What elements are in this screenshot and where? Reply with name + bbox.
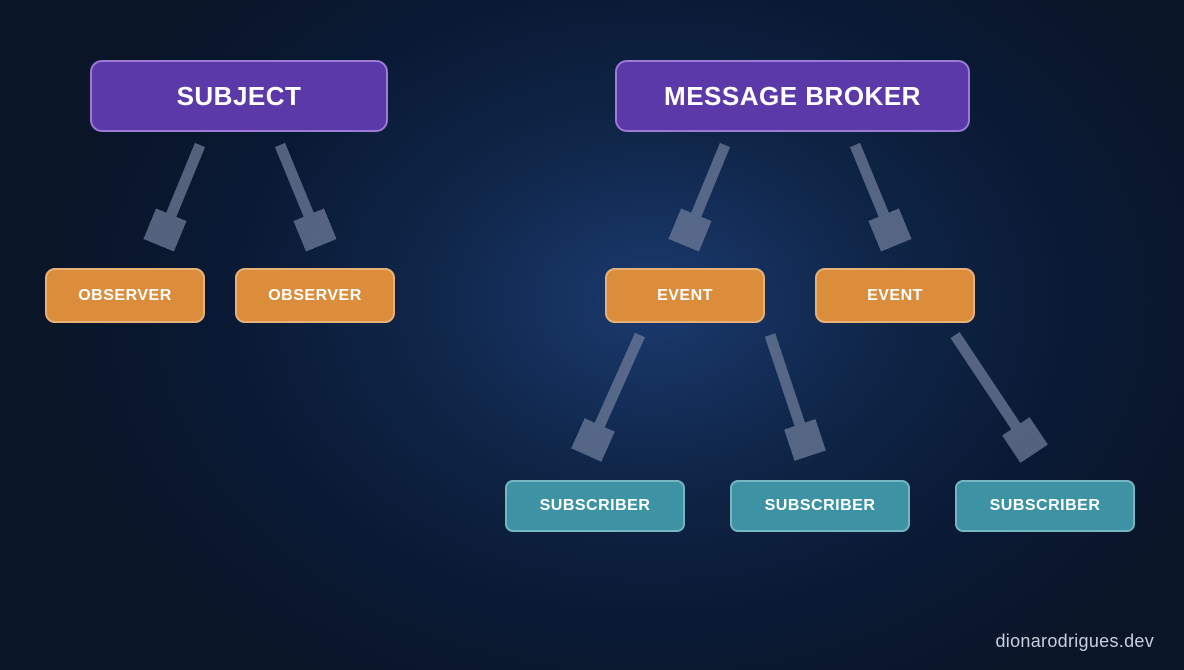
subject-node: SUBJECT [90, 60, 388, 132]
arrow-icon [665, 135, 745, 265]
subject-label: SUBJECT [177, 81, 302, 112]
observer-node: OBSERVER [45, 268, 205, 323]
arrow-icon [940, 325, 1060, 475]
subscriber-label: SUBSCRIBER [540, 497, 651, 515]
attribution-text: dionarodrigues.dev [995, 631, 1154, 652]
subscriber-node: SUBSCRIBER [505, 480, 685, 532]
subscriber-node: SUBSCRIBER [955, 480, 1135, 532]
event-label: EVENT [657, 287, 713, 305]
observer-label: OBSERVER [268, 287, 362, 305]
arrow-icon [260, 135, 340, 265]
observer-label: OBSERVER [78, 287, 172, 305]
arrow-icon [565, 325, 665, 475]
subscriber-label: SUBSCRIBER [990, 497, 1101, 515]
subscriber-label: SUBSCRIBER [765, 497, 876, 515]
event-label: EVENT [867, 287, 923, 305]
event-node: EVENT [815, 268, 975, 323]
broker-label: MESSAGE BROKER [664, 81, 921, 112]
observer-node: OBSERVER [235, 268, 395, 323]
arrow-icon [835, 135, 915, 265]
subscriber-node: SUBSCRIBER [730, 480, 910, 532]
broker-node: MESSAGE BROKER [615, 60, 970, 132]
arrow-icon [140, 135, 220, 265]
event-node: EVENT [605, 268, 765, 323]
arrow-icon [750, 325, 840, 475]
